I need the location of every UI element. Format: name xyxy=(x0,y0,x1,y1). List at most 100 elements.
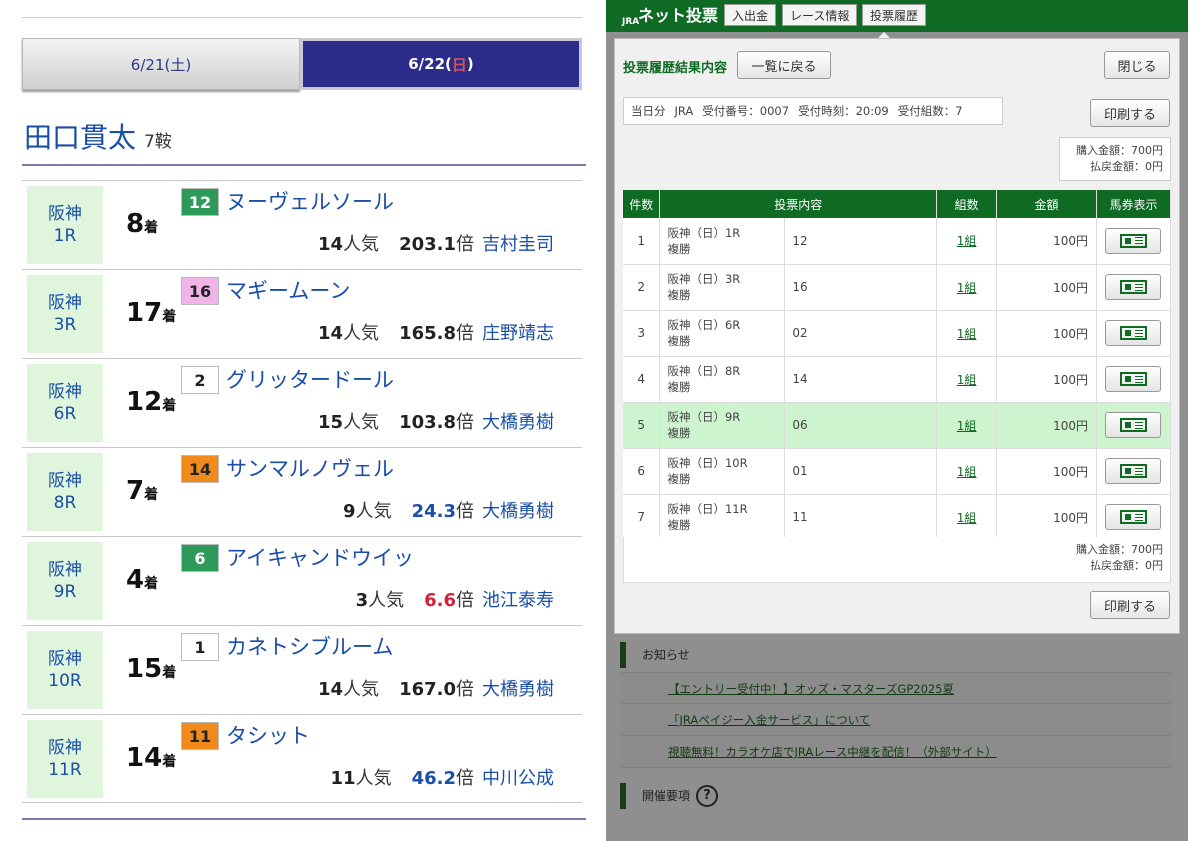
venue-race: 阪神 9R xyxy=(27,542,103,620)
odds: 103.8 xyxy=(399,412,456,433)
ticket-icon xyxy=(1120,418,1148,432)
show-ticket-button[interactable] xyxy=(1105,274,1162,300)
bet-race: 阪神（日）6R 複勝 xyxy=(659,310,786,357)
ride-row[interactable]: 阪神 10R 15着 1 カネトシブルーム 14人気 167.0倍 大橋勇樹 xyxy=(22,625,582,714)
bet-type: 複勝 xyxy=(667,380,691,394)
horse-name[interactable]: カネトシブルーム xyxy=(226,631,393,661)
show-ticket-button[interactable] xyxy=(1105,366,1162,392)
tab-date-0621[interactable]: 6/21(土) xyxy=(22,38,300,90)
help-icon[interactable]: ? xyxy=(696,785,719,807)
race-number: 6R xyxy=(53,404,77,424)
kumi-link[interactable]: 1組 xyxy=(957,281,977,295)
horse-name[interactable]: タシット xyxy=(226,720,310,750)
bet-amount: 100円 xyxy=(996,356,1097,403)
race-number: 1R xyxy=(53,226,77,246)
trainer-name[interactable]: 吉村圭司 xyxy=(482,234,554,255)
odds: 6.6 xyxy=(424,590,456,611)
show-ticket-button[interactable] xyxy=(1105,412,1162,438)
horse-number-badge: 1 xyxy=(181,633,219,661)
notice-title: お知らせ xyxy=(620,642,1172,668)
notice-link[interactable]: 視聴無料！カラオケ店でJRAレース中継を配信！（外部サイト） xyxy=(620,736,1172,768)
kumi-link[interactable]: 1組 xyxy=(957,465,977,479)
race-number: 9R xyxy=(53,582,77,602)
venue-name: 阪神 xyxy=(48,649,82,669)
notice-link[interactable]: 「JRAペイジー入金サービス」について xyxy=(620,704,1172,736)
receipt-info: 当日分 JRA 受付番号：0007 受付時刻：20:09 受付組数：7 xyxy=(623,97,1003,125)
trainer-name[interactable]: 庄野靖志 xyxy=(482,323,554,344)
popularity: 9 xyxy=(343,501,356,522)
print-button-bottom[interactable]: 印刷する xyxy=(1090,591,1170,619)
nav-vote-history[interactable]: 投票履歴 xyxy=(862,4,927,26)
venue-name: 阪神 xyxy=(48,471,82,491)
trainer-name[interactable]: 大橋勇樹 xyxy=(482,679,554,700)
bet-ticket xyxy=(1096,218,1172,265)
show-ticket-button[interactable] xyxy=(1105,227,1162,254)
ride-row[interactable]: 阪神 11R 14着 11 タシット 11人気 46.2倍 中川公成 xyxy=(22,714,582,803)
odds: 165.8 xyxy=(399,323,456,344)
ride-row[interactable]: 阪神 8R 7着 14 サンマルノヴェル 9人気 24.3倍 大橋勇樹 xyxy=(22,447,582,536)
horse-number-badge: 2 xyxy=(181,366,219,394)
horse-number-badge: 12 xyxy=(181,188,219,216)
venue-name: 阪神 xyxy=(48,560,82,580)
show-ticket-button[interactable] xyxy=(1105,458,1162,484)
kumi-link[interactable]: 1組 xyxy=(957,234,977,248)
bet-selection: 11 xyxy=(784,494,938,541)
show-ticket-button[interactable] xyxy=(1105,320,1162,346)
bet-row: 1 阪神（日）1R 複勝 12 1組 100円 xyxy=(623,218,1172,265)
bet-table: 件数 投票内容 組数 金額 馬券表示 1 阪神（日）1R 複勝 12 1組 100円 2 阪神… xyxy=(623,190,1172,541)
finish-place: 4着 xyxy=(126,565,159,595)
amount-summary-top: 購入金額：700円 払戻金額：0円 xyxy=(1059,137,1171,181)
ticket-icon xyxy=(1120,233,1148,248)
horse-stats: 14人気 167.0倍 大橋勇樹 xyxy=(318,679,554,700)
dialog-title: 投票履歴結果内容 xyxy=(623,61,728,76)
back-to-list-button[interactable]: 一覧に戻る xyxy=(737,51,831,79)
kumi-link[interactable]: 1組 xyxy=(957,373,977,387)
jockey-title: 田口貫太 7鞍 xyxy=(24,116,172,156)
notice-link[interactable]: 【エントリー受付中！】オッズ・マスターズGP2025夏 xyxy=(620,672,1172,704)
horse-stats: 11人気 46.2倍 中川公成 xyxy=(330,768,554,789)
nav-race-info[interactable]: レース情報 xyxy=(782,4,858,26)
venue-race: 阪神 3R xyxy=(27,275,103,353)
horse-name[interactable]: ヌーヴェルソール xyxy=(226,186,394,216)
horse-number-badge: 11 xyxy=(181,722,219,750)
ride-row[interactable]: 阪神 6R 12着 2 グリッタードール 15人気 103.8倍 大橋勇樹 xyxy=(22,358,582,447)
finish-place: 15着 xyxy=(126,654,177,684)
bet-index: 3 xyxy=(623,310,661,357)
venue-name: 阪神 xyxy=(48,204,82,224)
col-kumi: 組数 xyxy=(936,190,998,218)
tab-date-0622[interactable]: 6/22(日) xyxy=(300,38,582,90)
show-ticket-button[interactable] xyxy=(1105,504,1162,530)
trainer-name[interactable]: 中川公成 xyxy=(482,768,554,789)
bet-row: 4 阪神（日）8R 複勝 14 1組 100円 xyxy=(623,356,1172,403)
kumi-link[interactable]: 1組 xyxy=(957,327,977,341)
trainer-name[interactable]: 池江泰寿 xyxy=(482,590,554,611)
finish-place: 7着 xyxy=(126,476,159,506)
bet-race: 阪神（日）3R 複勝 xyxy=(659,264,786,311)
odds: 167.0 xyxy=(399,679,456,700)
trainer-name[interactable]: 大橋勇樹 xyxy=(482,412,554,433)
bet-type: 複勝 xyxy=(667,518,691,532)
print-button-top[interactable]: 印刷する xyxy=(1090,99,1170,127)
bet-row: 6 阪神（日）10R 複勝 01 1組 100円 xyxy=(623,448,1172,495)
popularity: 14 xyxy=(318,679,344,700)
ticket-icon xyxy=(1120,464,1148,478)
trainer-name[interactable]: 大橋勇樹 xyxy=(482,501,554,522)
ride-row[interactable]: 阪神 3R 17着 16 マギームーン 14人気 165.8倍 庄野靖志 xyxy=(22,269,582,358)
horse-name[interactable]: アイキャンドウイッ xyxy=(226,542,414,572)
horse-name[interactable]: サンマルノヴェル xyxy=(226,453,394,483)
horse-name[interactable]: マギームーン xyxy=(226,275,350,305)
ride-row[interactable]: 阪神 1R 8着 12 ヌーヴェルソール 14人気 203.1倍 吉村圭司 xyxy=(22,180,582,269)
close-button[interactable]: 閉じる xyxy=(1104,51,1170,79)
bet-amount: 100円 xyxy=(996,310,1097,357)
kumi-link[interactable]: 1組 xyxy=(957,511,977,525)
horse-name[interactable]: グリッタードール xyxy=(226,364,394,394)
nav-deposit[interactable]: 入出金 xyxy=(724,4,777,26)
ride-row[interactable]: 阪神 9R 4着 6 アイキャンドウイッ 3人気 6.6倍 池江泰寿 xyxy=(22,536,582,625)
venue-name: 阪神 xyxy=(48,293,82,313)
bet-kumi: 1組 xyxy=(936,310,998,357)
kumi-link[interactable]: 1組 xyxy=(957,419,977,433)
ticket-icon xyxy=(1120,510,1148,524)
venue-race: 阪神 1R xyxy=(27,186,103,264)
bet-amount: 100円 xyxy=(996,218,1097,265)
bet-amount: 100円 xyxy=(996,494,1097,541)
